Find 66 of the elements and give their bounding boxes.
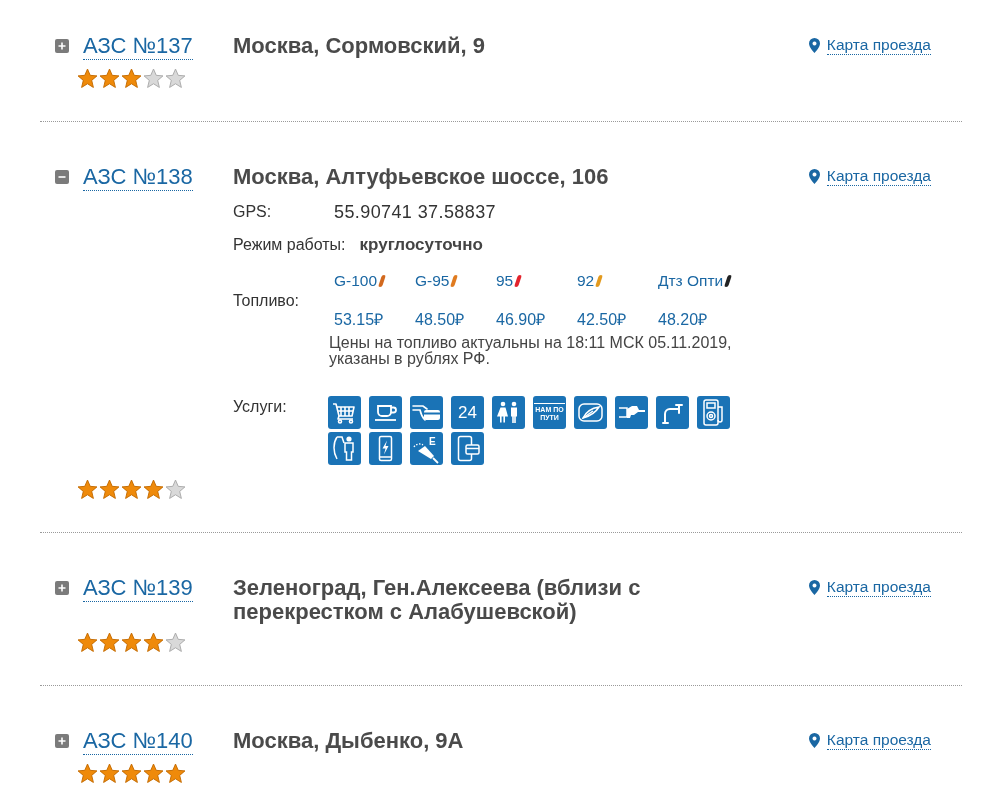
plus-icon[interactable] <box>55 581 69 595</box>
hand-card-icon <box>410 396 443 429</box>
services-label: Услуги: <box>233 397 288 416</box>
filled-star-icon <box>77 68 98 89</box>
filled-star-icon <box>165 763 186 784</box>
phone-card-icon <box>451 432 484 465</box>
fuel-grade-name: G-100 <box>334 271 378 291</box>
fuel-nozzle-icon <box>615 396 648 429</box>
windshield-icon <box>574 396 607 429</box>
cup-icon <box>369 396 402 429</box>
station-address: Москва, Алтуфьевское шоссе, 106 <box>233 165 610 189</box>
fuel-label: Топливо: <box>233 291 301 310</box>
map-pin-icon <box>808 580 820 595</box>
hours-icon: 24 <box>451 396 484 429</box>
filled-star-icon <box>121 763 142 784</box>
filled-star-icon <box>121 632 142 653</box>
fuel-pump-icon <box>697 396 730 429</box>
phone-charging-icon <box>369 432 402 465</box>
fuel-grade-name: G-95 <box>415 271 450 291</box>
filled-star-icon <box>99 479 120 500</box>
filled-star-icon <box>121 68 142 89</box>
hours-value: круглосуточно <box>359 235 483 255</box>
plus-icon[interactable] <box>55 39 69 53</box>
filled-star-icon <box>143 763 164 784</box>
station-link[interactable]: АЗС №139 <box>83 574 193 602</box>
station-link[interactable]: АЗС №140 <box>83 727 193 755</box>
map-link[interactable]: Карта проезда <box>826 578 931 597</box>
filled-star-icon <box>77 632 98 653</box>
map-pin-icon <box>808 38 820 53</box>
filled-star-icon <box>121 479 142 500</box>
filled-star-icon <box>77 479 98 500</box>
map-link[interactable]: Карта проезда <box>826 167 931 186</box>
gps-label: GPS: <box>233 203 273 221</box>
fuel-grade-name: Дтз Опти <box>658 271 724 291</box>
map-link[interactable]: Карта проезда <box>826 36 931 55</box>
filled-star-icon <box>99 632 120 653</box>
map-pin-icon <box>808 169 820 184</box>
fuel-price: 48.50₽ <box>415 310 466 330</box>
fuel-price: 46.90₽ <box>496 310 547 330</box>
filled-star-icon <box>99 68 120 89</box>
filled-star-icon <box>77 763 98 784</box>
restroom-icon <box>492 396 525 429</box>
minus-icon[interactable] <box>55 170 69 184</box>
hours-label: Режим работы: <box>233 236 346 254</box>
hand-nozzle-icon: E <box>410 432 443 465</box>
fuel-price: 48.20₽ <box>658 310 709 330</box>
price-note: Цены на топливо актуальны на 18:11 МСК 05.11.2019, указаны в рублях РФ. <box>329 335 733 367</box>
station-address: Зеленоград, Ген.Алексеева (вблизи с перекрестком с Алабушевской) <box>233 576 642 624</box>
station-link[interactable]: АЗС №137 <box>83 32 193 60</box>
fuel-grade-name: 92 <box>577 271 595 291</box>
filled-star-icon <box>99 763 120 784</box>
station-address: Москва, Дыбенко, 9А <box>233 729 465 753</box>
fuel-price: 42.50₽ <box>577 310 628 330</box>
filled-star-icon <box>143 479 164 500</box>
map-link[interactable]: Карта проезда <box>826 731 931 750</box>
map-pin-icon <box>808 733 820 748</box>
gps-value: 55.90741 37.58837 <box>334 201 496 223</box>
fuel-grade-name: 95 <box>496 271 514 291</box>
attendant-icon <box>328 432 361 465</box>
station-address: Москва, Сормовский, 9 <box>233 34 487 58</box>
water-tap-icon <box>656 396 689 429</box>
cart-icon <box>328 396 361 429</box>
station-link[interactable]: АЗС №138 <box>83 163 193 191</box>
fuel-price: 53.15₽ <box>334 310 385 330</box>
plus-icon[interactable] <box>55 734 69 748</box>
filled-star-icon <box>143 632 164 653</box>
